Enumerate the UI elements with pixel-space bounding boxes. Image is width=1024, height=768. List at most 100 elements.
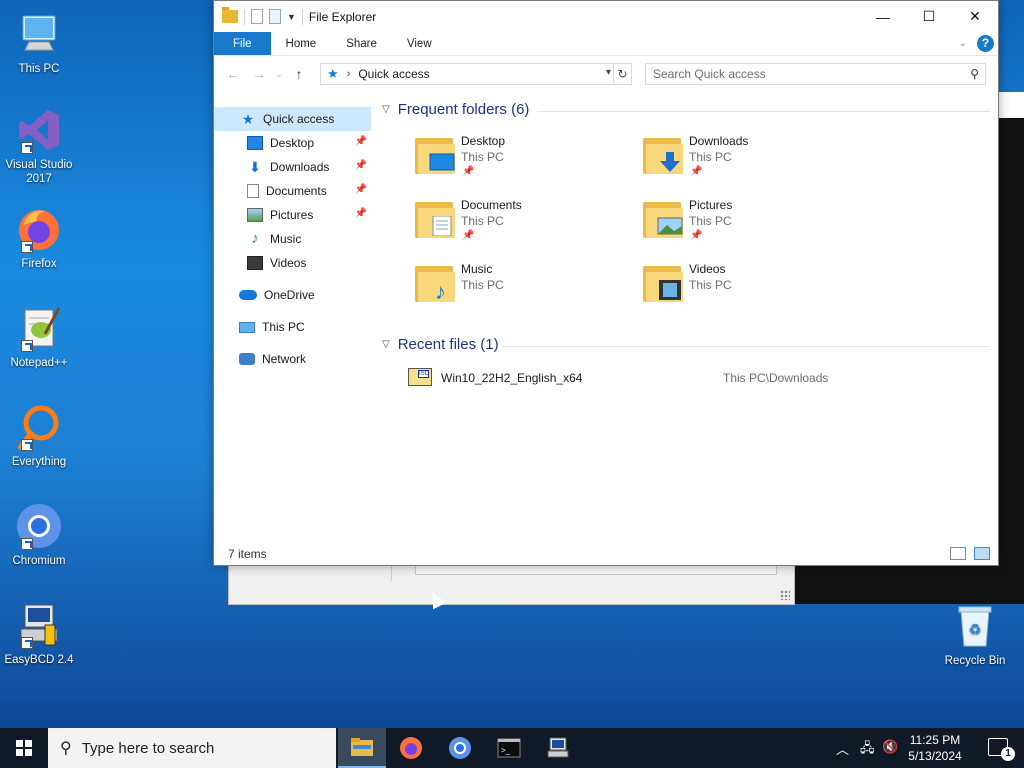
desktop-icon-easybcd[interactable]: EasyBCD 2.4 [4,601,74,667]
pin-icon: 📌 [354,160,367,171]
folder-tile-music[interactable]: ♪ Music This PC [415,262,635,318]
folder-tile-documents[interactable]: Documents This PC 📌 [415,198,635,254]
status-bar: 7 items [214,543,998,565]
file-explorer-icon[interactable] [338,728,386,768]
folder-tile-videos[interactable]: Videos This PC [643,262,863,318]
easybcd-icon[interactable] [534,728,582,768]
videos-icon [247,256,263,270]
tab-home[interactable]: Home [271,32,332,55]
sidebar-item-this-pc[interactable]: This PC [214,315,371,339]
sidebar-item-onedrive[interactable]: OneDrive [214,283,371,307]
tab-file[interactable]: File [214,32,271,55]
back-arrow-icon[interactable]: ← [220,66,246,82]
desktop-icon-firefox[interactable]: Firefox [4,205,74,271]
breadcrumb-separator-icon[interactable]: › [347,68,351,80]
network-icon [239,353,255,365]
notepadpp-icon [15,304,63,352]
search-placeholder: Search Quick access [653,67,766,81]
desktop-icon-this-pc[interactable]: This PC [4,10,74,76]
background-window[interactable] [228,560,795,605]
address-bar-row: ← → ⌄ ↑ ★ › Quick access ▾ ↻ Search Quic… [214,56,998,92]
group-header-recent[interactable]: ▽ Recent files (1) [382,336,499,353]
tiles-view-icon[interactable] [974,547,990,560]
onedrive-icon [239,290,257,300]
group-header-frequent[interactable]: ▽ Frequent folders (6) [382,101,529,118]
desktop-icon-label: Notepad++ [10,357,68,369]
pin-icon: 📌 [462,230,475,241]
quick-access-star-icon: ★ [327,66,339,81]
desktop-icon-recycle-bin[interactable]: ♻ Recycle Bin [940,602,1010,668]
taskbar-search-input[interactable]: ⚲ Type here to search [48,728,336,768]
iso-file-icon: ISO [408,368,432,386]
this-pc-icon [239,321,255,333]
tab-share[interactable]: Share [331,32,392,55]
folder-icon[interactable] [222,7,238,23]
clock-date: 5/13/2024 [908,749,962,763]
desktop-icon-visual-studio[interactable]: Visual Studio 2017 [4,106,74,186]
search-input[interactable]: Search Quick access ⚲ [645,63,986,85]
maximize-button[interactable]: ☐ [906,1,952,32]
sidebar-item-documents[interactable]: Documents 📌 [214,179,371,203]
svg-text:>_: >_ [501,746,511,755]
help-button[interactable]: ? [977,35,994,52]
desktop-icon-label: Firefox [21,258,57,270]
sidebar-item-pictures[interactable]: Pictures 📌 [214,203,371,227]
new-folder-icon[interactable] [269,9,281,24]
up-arrow-icon[interactable]: ↑ [286,66,312,82]
minimize-button[interactable]: — [860,1,906,32]
divider [537,111,990,112]
terminal-icon[interactable]: >_ [485,728,533,768]
title-bar[interactable]: ▼ File Explorer — ☐ ✕ [214,1,998,32]
resize-grip-icon[interactable] [780,590,790,600]
sidebar-item-desktop[interactable]: Desktop 📌 [214,131,371,155]
file-explorer-window[interactable]: ▼ File Explorer — ☐ ✕ File Home Share Vi… [213,0,999,566]
desktop-icon-chromium[interactable]: Chromium [4,502,74,568]
address-bar[interactable]: ★ › Quick access ▾ ↻ [320,63,632,85]
clock[interactable]: 11:25 PM 5/13/2024 [900,732,970,764]
desktop-icon-label: Visual Studio 2017 [5,159,73,185]
recent-file-row[interactable]: ISO Win10_22H2_English_x64 This PC\Downl… [408,368,1008,390]
sidebar-item-quick-access[interactable]: ★ Quick access [214,107,371,131]
customize-toolbar-icon[interactable]: ▼ [287,12,296,22]
svg-text:♪: ♪ [435,280,446,300]
properties-icon[interactable] [251,9,263,24]
sidebar-item-network[interactable]: Network [214,347,371,371]
details-view-icon[interactable] [950,547,966,560]
network-status-icon[interactable]: 🖧 [860,739,875,761]
desktop-icon [247,136,263,150]
pin-icon: 📌 [690,166,703,177]
start-button[interactable] [0,728,48,768]
expand-ribbon-icon[interactable]: ⌄ [959,38,967,49]
close-button[interactable]: ✕ [952,1,998,32]
forward-arrow-icon[interactable]: → [246,66,272,82]
item-count: 7 items [228,547,267,561]
desktop-icon-everything[interactable]: Everything [4,403,74,469]
firefox-icon [15,205,63,253]
background-scrollbar[interactable] [415,565,777,575]
sidebar-item-music[interactable]: ♪ Music [214,227,371,251]
chromium-icon[interactable] [436,728,484,768]
breadcrumb[interactable]: Quick access [358,67,429,81]
desktop-icon-notepadpp[interactable]: Notepad++ [4,304,74,370]
documents-folder-icon [415,202,455,238]
address-dropdown-icon[interactable]: ▾ [606,67,611,78]
firefox-icon[interactable] [387,728,435,768]
tab-view[interactable]: View [392,32,447,55]
content-pane: ▽ Frequent folders (6) Desktop This PC 📌… [372,93,998,543]
desktop-icon-label: Recycle Bin [944,655,1006,667]
divider [502,346,990,347]
volume-muted-icon[interactable]: 🔇 [882,739,898,755]
background-window-strip [999,92,1024,118]
sidebar-item-videos[interactable]: Videos [214,251,371,275]
sidebar-item-downloads[interactable]: ⬇ Downloads 📌 [214,155,371,179]
folder-tile-desktop[interactable]: Desktop This PC 📌 [415,134,635,190]
refresh-icon[interactable]: ↻ [613,64,631,84]
notification-center-icon[interactable]: 1 [988,738,1015,761]
folder-tile-pictures[interactable]: Pictures This PC 📌 [643,198,863,254]
folder-tile-downloads[interactable]: Downloads This PC 📌 [643,134,863,190]
pin-icon: 📌 [354,184,367,195]
recent-locations-icon[interactable]: ⌄ [272,69,286,80]
window-title: File Explorer [308,9,377,24]
chevron-up-icon[interactable]: ︿ [836,739,849,758]
pin-icon: 📌 [354,208,367,219]
